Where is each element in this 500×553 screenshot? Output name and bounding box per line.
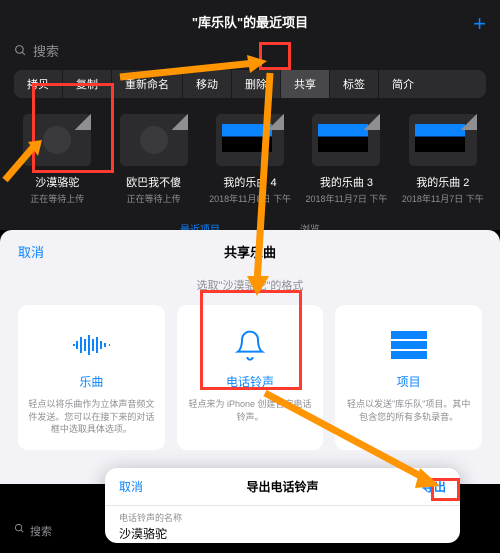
- tab-info[interactable]: 简介: [379, 70, 427, 98]
- tracks-icon: [389, 325, 429, 365]
- project-item[interactable]: 沙漠骆驼 正在等待上传: [14, 114, 100, 205]
- project-item[interactable]: 我的乐曲 3 2018年11月7日 下午: [303, 114, 389, 205]
- garageband-icon: [140, 126, 168, 154]
- export-dialog: 取消 导出电话铃声 导出 电话铃声的名称 沙漠骆驼: [105, 468, 460, 543]
- tab-move[interactable]: 移动: [183, 70, 232, 98]
- add-button[interactable]: +: [473, 11, 486, 37]
- tab-rename[interactable]: 重新命名: [112, 70, 183, 98]
- share-sheet: 取消 共享乐曲 选取"沙漠骆驼"的格式 乐曲 轻点以将乐曲作为立体声音频文件发送…: [0, 230, 500, 484]
- tab-copy[interactable]: 拷贝: [14, 70, 63, 98]
- option-project[interactable]: 项目 轻点以发送"库乐队"项目。其中包含您的所有多轨录音。: [335, 305, 482, 450]
- export-confirm[interactable]: 导出: [422, 478, 446, 495]
- sheet-subtitle: 选取"沙漠骆驼"的格式: [0, 273, 500, 305]
- search-icon: [14, 44, 27, 57]
- project-item[interactable]: 欧巴我不傻 正在等待上传: [110, 114, 196, 205]
- search-icon: [14, 523, 25, 534]
- search-input-bottom[interactable]: 搜索: [14, 523, 52, 539]
- page-title: "库乐队"的最近项目: [192, 15, 308, 30]
- tab-delete[interactable]: 删除: [232, 70, 281, 98]
- project-item[interactable]: 我的乐曲 2 2018年11月7日 下午: [400, 114, 486, 205]
- sheet-title: 共享乐曲: [224, 242, 276, 261]
- project-item[interactable]: 我的乐曲 4 2018年11月8日 下午: [207, 114, 293, 205]
- export-value[interactable]: 沙漠骆驼: [105, 525, 460, 542]
- garageband-icon: [43, 126, 71, 154]
- export-cancel[interactable]: 取消: [119, 478, 143, 495]
- tab-tags[interactable]: 标签: [330, 70, 379, 98]
- export-label: 电话铃声的名称: [105, 506, 460, 525]
- tab-duplicate[interactable]: 复制: [63, 70, 112, 98]
- cancel-button[interactable]: 取消: [18, 242, 44, 261]
- tab-share[interactable]: 共享: [281, 70, 330, 98]
- bell-icon: [230, 325, 270, 365]
- search-input[interactable]: 搜索: [14, 41, 486, 60]
- waveform-icon: [71, 325, 111, 365]
- export-title: 导出电话铃声: [246, 478, 318, 495]
- option-ringtone[interactable]: 电话铃声 轻点来为 iPhone 创建自定电话铃声。: [177, 305, 324, 450]
- option-song[interactable]: 乐曲 轻点以将乐曲作为立体声音频文件发送。您可以在接下来的对话框中选取具体选项。: [18, 305, 165, 450]
- context-menu: 拷贝 复制 重新命名 移动 删除 共享 标签 简介: [14, 70, 486, 98]
